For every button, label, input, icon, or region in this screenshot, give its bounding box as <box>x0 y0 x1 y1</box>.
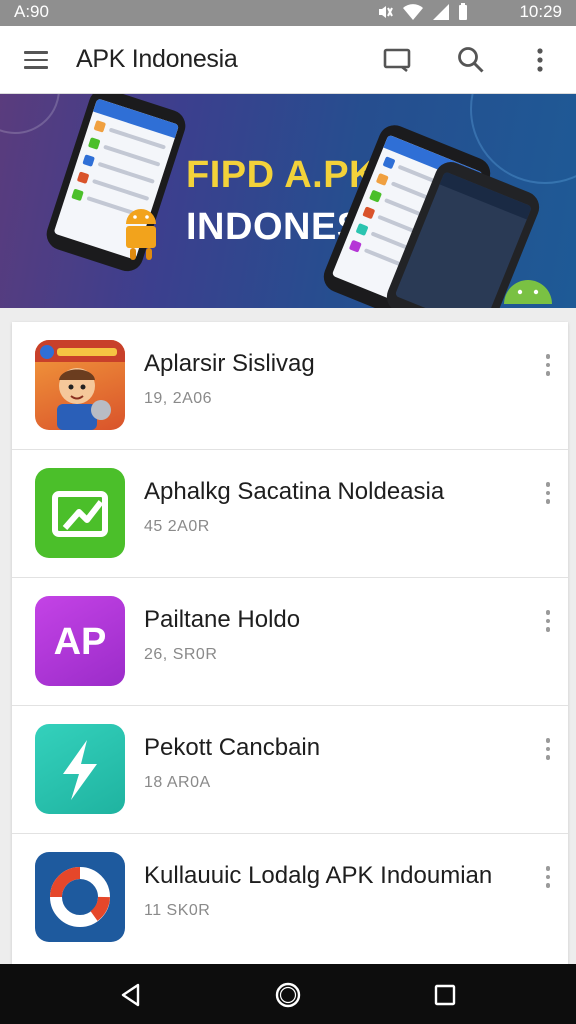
app-name: Aphalkg Sacatina Noldeasia <box>144 478 445 505</box>
app-name: Pailtane Holdo <box>144 606 301 633</box>
list-item[interactable]: AP Pailtane Holdo 26, SR0R <box>12 578 568 706</box>
menu-icon[interactable] <box>16 46 56 74</box>
android-robot-icon <box>504 280 552 304</box>
system-nav-bar <box>0 964 576 1024</box>
mute-icon <box>379 6 393 18</box>
cast-icon[interactable] <box>382 46 414 74</box>
list-item[interactable]: Pekott Cancbain 18 AR0A <box>12 706 568 834</box>
status-icons <box>376 3 468 21</box>
list-item[interactable]: Aphalkg Sacatina Noldeasia 45 2A0R <box>12 450 568 578</box>
more-vert-icon[interactable] <box>539 608 557 636</box>
search-icon[interactable] <box>455 44 487 76</box>
android-robot-icon <box>126 209 156 260</box>
list-item[interactable]: Aplarsir Sislivag 19, 2A06 <box>12 322 568 450</box>
app-meta: 45 2A0R <box>144 518 210 535</box>
status-time-right: 10:29 <box>519 2 562 21</box>
status-time-left: A:90 <box>14 2 49 21</box>
recents-icon[interactable] <box>434 984 456 1006</box>
game-character-icon <box>35 340 125 430</box>
svg-text:AP: AP <box>54 621 107 663</box>
list-item[interactable]: Kullauuic Lodalg APK Indoumian 11 SK0R <box>12 834 568 962</box>
app-meta: 19, 2A06 <box>144 390 213 407</box>
lightning-icon <box>35 724 125 814</box>
more-vert-icon[interactable] <box>528 44 552 76</box>
phone-illustration-left <box>42 94 190 276</box>
more-vert-icon[interactable] <box>539 480 557 508</box>
home-icon[interactable] <box>274 981 302 1009</box>
more-vert-icon[interactable] <box>539 352 557 380</box>
banner-decoration <box>0 94 60 134</box>
app-meta: 18 AR0A <box>144 774 211 791</box>
app-name: Kullauuic Lodalg APK Indoumian <box>144 862 493 889</box>
app-meta: 11 SK0R <box>144 902 211 919</box>
app-name: Aplarsir Sislivag <box>144 350 315 377</box>
app-meta: 26, SR0R <box>144 646 218 663</box>
ap-logo-icon: AP <box>35 596 125 686</box>
status-bar: A:90 10:29 <box>0 0 576 26</box>
more-vert-icon[interactable] <box>539 864 557 892</box>
app-list: Aplarsir Sislivag 19, 2A06 Aphalkg Sacat… <box>12 322 568 966</box>
ring-logo-icon <box>35 852 125 942</box>
green-chart-icon <box>35 468 125 558</box>
app-name: Pekott Cancbain <box>144 734 321 761</box>
more-vert-icon[interactable] <box>539 736 557 764</box>
back-icon[interactable] <box>118 982 144 1008</box>
promo-banner[interactable]: FIPD A.PK INDONESIA <box>0 94 576 308</box>
app-title: APK Indonesia <box>76 45 238 73</box>
battery-icon <box>459 3 467 20</box>
app-bar: APK Indonesia <box>0 26 576 94</box>
signal-icon <box>433 4 449 20</box>
wifi-icon <box>403 4 423 20</box>
